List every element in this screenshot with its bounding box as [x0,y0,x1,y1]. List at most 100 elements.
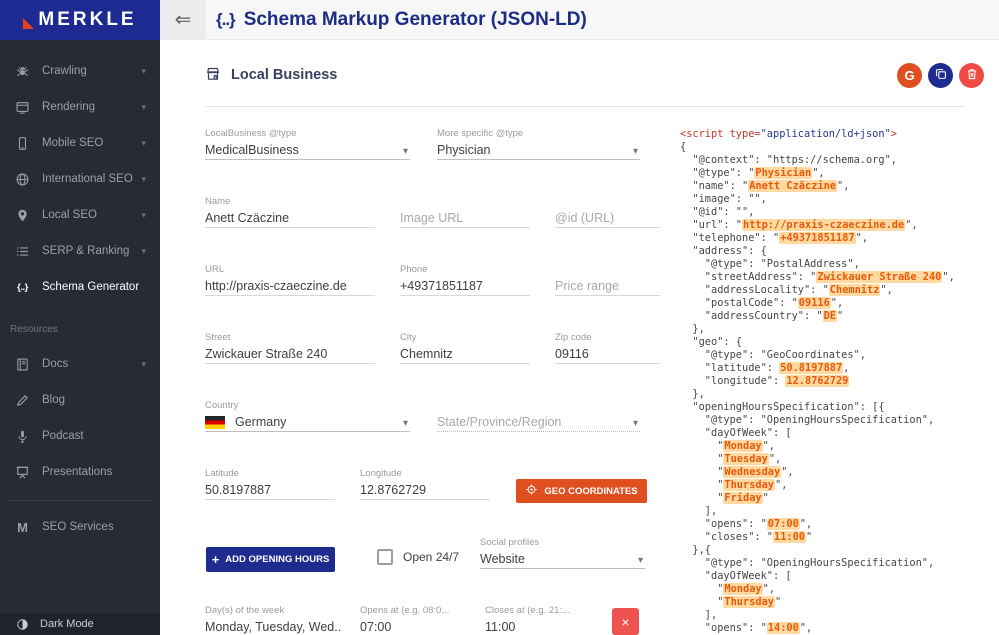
sidebar-item-seo-services[interactable]: MSEO Services [0,509,160,545]
code-line: }, [680,323,999,336]
code-line: <script type="application/ld+json"> [680,128,999,141]
field-label: Social profiles [480,537,645,550]
merkle-logo[interactable]: MERKLE [0,0,160,40]
code-line: "Monday", [680,440,999,453]
sidebar-item-schema-generator[interactable]: {..}Schema Generator [0,269,160,305]
sidebar-item-label: Presentations [42,466,112,478]
code-line: ], [680,609,999,622]
section-title: Local Business [231,67,337,83]
sidebar-item-mobile-seo[interactable]: Mobile SEO▾ [0,125,160,161]
geo-coordinates-button[interactable]: GEO COORDINATES [516,479,647,503]
mobile-icon [14,135,31,152]
geo-target-icon [525,483,538,499]
open-247-checkbox[interactable] [377,549,393,565]
field-opens-at[interactable]: Opens at (e.g. 08:0... 07:00 [360,605,460,635]
code-line: "telephone": "+49371851187", [680,232,999,245]
sidebar-item-presentations[interactable]: Presentations [0,454,160,490]
field-name[interactable]: Name Anett Czäczine [205,196,375,230]
pin-icon [14,207,31,224]
field-value: Zwickauer Straße 240 [205,345,375,364]
code-line: "@type": "Physician", [680,167,999,180]
sidebar-item-serp-ranking[interactable]: SERP & Ranking▾ [0,233,160,269]
close-icon: × [621,614,629,630]
sidebar-item-podcast[interactable]: Podcast [0,418,160,454]
sidebar-item-label: International SEO [42,173,133,185]
add-opening-hours-button[interactable]: + ADD OPENING HOURS [206,547,335,572]
field-label: Longitude [360,468,490,481]
chevron-down-icon: ▾ [403,418,408,429]
remove-opening-hours-button[interactable]: × [612,608,639,635]
sidebar-item-crawling[interactable]: Crawling▾ [0,53,160,89]
field-value: +49371851187 [400,277,530,296]
dark-mode-toggle[interactable]: Dark Mode [0,613,160,635]
code-line: "Thursday", [680,479,999,492]
code-line: },{ [680,544,999,557]
field-country[interactable]: Country Germany ▾ [205,400,410,434]
code-line: { [680,141,999,154]
field-street[interactable]: Street Zwickauer Straße 240 [205,332,375,366]
field-specific-type[interactable]: More specific @type Physician ▾ [437,128,640,162]
field-value: Physician [437,141,640,160]
field-state-region[interactable]: State/Province/Region ▾ [437,400,640,434]
page-title-text: Schema Markup Generator (JSON-LD) [244,9,587,31]
field-label: LocalBusiness @type [205,128,410,141]
google-test-button[interactable]: G [897,63,922,88]
trash-icon [965,67,979,84]
field-closes-at[interactable]: Closes at (e.g. 21:... 11:00 [485,605,585,635]
code-line: "dayOfWeek": [ [680,427,999,440]
code-line: "Friday" [680,492,999,505]
chevron-down-icon: ▾ [633,418,638,429]
code-line: ], [680,505,999,518]
m-icon: M [14,519,31,536]
sidebar-item-international-seo[interactable]: International SEO▾ [0,161,160,197]
field-price-range[interactable]: Price range [555,264,660,298]
collapse-arrow-icon: ⇐ [175,7,192,32]
field-value: Anett Czäczine [205,209,375,228]
merkle-logo-mark-icon [23,18,34,29]
chevron-down-icon: ▾ [403,146,408,157]
sidebar-item-label: Schema Generator [42,281,139,293]
field-label: More specific @type [437,128,640,141]
sidebar-divider [8,500,152,501]
delete-button[interactable] [959,63,984,88]
field-image-url[interactable]: Image URL [400,196,530,230]
pencil-icon [14,392,31,409]
code-line: "@context": "https://schema.org", [680,154,999,167]
sidebar-item-label: Local SEO [42,209,97,221]
code-line: "opens": "14:00", [680,622,999,635]
field-id-url[interactable]: @id (URL) [555,196,660,230]
sidebar-nav: Crawling▾Rendering▾Mobile SEO▾Internatio… [0,53,160,305]
field-days-of-week[interactable]: Day(s) of the week Monday, Tuesday, Wed.… [205,605,340,635]
top-bar: ⇐ {..} Schema Markup Generator (JSON-LD) [160,0,999,40]
copy-code-button[interactable] [928,63,953,88]
code-line: "@type": "OpeningHoursSpecification", [680,414,999,427]
code-line: }, [680,388,999,401]
field-label: Street [205,332,375,345]
section-header: Local Business [205,66,337,83]
chevron-down-icon: ▾ [633,146,638,157]
field-social-profiles[interactable]: Social profiles Website ▾ [480,537,645,571]
code-line: "@type": "GeoCoordinates", [680,349,999,362]
field-phone[interactable]: Phone +49371851187 [400,264,530,298]
code-line: "openingHoursSpecification": [{ [680,401,999,414]
field-placeholder: State/Province/Region [437,413,640,432]
field-zip-code[interactable]: Zip code 09116 [555,332,660,366]
field-label: Country [205,400,410,413]
code-line: "dayOfWeek": [ [680,570,999,583]
sidebar-item-blog[interactable]: Blog [0,382,160,418]
field-city[interactable]: City Chemnitz [400,332,530,366]
field-label: Name [205,196,375,209]
google-g-icon: G [904,68,914,83]
germany-flag-icon [205,416,225,429]
field-value: 50.8197887 [205,481,335,500]
field-localbusiness-type[interactable]: LocalBusiness @type MedicalBusiness ▾ [205,128,410,162]
field-label: Latitude [205,468,335,481]
code-line: "@type": "PostalAddress", [680,258,999,271]
sidebar-item-local-seo[interactable]: Local SEO▾ [0,197,160,233]
field-latitude[interactable]: Latitude 50.8197887 [205,468,335,502]
field-longitude[interactable]: Longitude 12.8762729 [360,468,490,502]
sidebar-collapse-button[interactable]: ⇐ [160,0,206,40]
field-url[interactable]: URL http://praxis-czaeczine.de [205,264,375,298]
sidebar-item-rendering[interactable]: Rendering▾ [0,89,160,125]
sidebar-item-docs[interactable]: Docs▾ [0,346,160,382]
